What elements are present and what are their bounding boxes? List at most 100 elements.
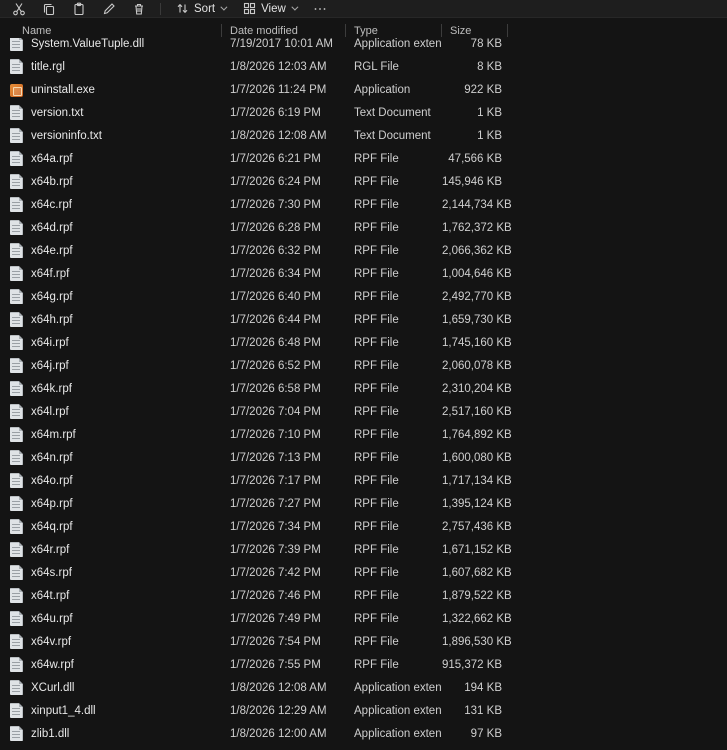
file-size: 922 KB — [442, 84, 508, 96]
paste-button[interactable] — [64, 0, 94, 18]
file-row[interactable]: x64r.rpf 1/7/2026 7:39 PM RPF File 1,671… — [0, 538, 727, 561]
delete-button[interactable] — [124, 0, 154, 18]
file-icon — [10, 634, 23, 649]
file-row[interactable]: x64s.rpf 1/7/2026 7:42 PM RPF File 1,607… — [0, 561, 727, 584]
sort-label: Sort — [194, 3, 215, 15]
file-name-cell: versioninfo.txt — [0, 128, 222, 143]
file-type: RPF File — [346, 383, 442, 395]
file-name-cell: uninstall.exe — [0, 83, 222, 97]
more-options-button[interactable] — [305, 0, 335, 18]
file-name: xinput1_4.dll — [31, 705, 96, 717]
file-name-cell: XCurl.dll — [0, 680, 222, 695]
file-icon — [10, 312, 23, 327]
file-size: 1,745,160 KB — [442, 337, 508, 349]
file-row[interactable]: xinput1_4.dll 1/8/2026 12:29 AM Applicat… — [0, 699, 727, 722]
file-row[interactable]: x64w.rpf 1/7/2026 7:55 PM RPF File 915,3… — [0, 653, 727, 676]
file-row[interactable]: x64a.rpf 1/7/2026 6:21 PM RPF File 47,56… — [0, 147, 727, 170]
file-name: x64s.rpf — [31, 567, 72, 579]
file-row[interactable]: x64i.rpf 1/7/2026 6:48 PM RPF File 1,745… — [0, 331, 727, 354]
file-size: 1,600,080 KB — [442, 452, 508, 464]
file-name: x64t.rpf — [31, 590, 69, 602]
file-name-cell: x64q.rpf — [0, 519, 222, 534]
file-row[interactable]: x64o.rpf 1/7/2026 7:17 PM RPF File 1,717… — [0, 469, 727, 492]
column-header-name[interactable]: Name — [0, 24, 222, 37]
file-icon — [10, 197, 23, 212]
delete-icon — [132, 2, 146, 16]
sort-button[interactable]: Sort — [167, 0, 234, 18]
file-size: 2,517,160 KB — [442, 406, 508, 418]
file-type: RPF File — [346, 590, 442, 602]
file-row[interactable]: x64f.rpf 1/7/2026 6:34 PM RPF File 1,004… — [0, 262, 727, 285]
file-icon — [10, 36, 23, 51]
file-row[interactable]: x64t.rpf 1/7/2026 7:46 PM RPF File 1,879… — [0, 584, 727, 607]
file-row[interactable]: XCurl.dll 1/8/2026 12:08 AM Application … — [0, 676, 727, 699]
file-name: zlib1.dll — [31, 728, 69, 740]
file-row[interactable]: x64v.rpf 1/7/2026 7:54 PM RPF File 1,896… — [0, 630, 727, 653]
file-size: 8 KB — [442, 61, 508, 73]
file-name-cell: x64g.rpf — [0, 289, 222, 304]
file-row[interactable]: x64p.rpf 1/7/2026 7:27 PM RPF File 1,395… — [0, 492, 727, 515]
column-header-date-modified[interactable]: Date modified — [222, 24, 346, 37]
file-icon — [10, 496, 23, 511]
file-row[interactable]: x64q.rpf 1/7/2026 7:34 PM RPF File 2,757… — [0, 515, 727, 538]
file-modified: 1/7/2026 6:21 PM — [222, 153, 346, 165]
file-row[interactable]: versioninfo.txt 1/8/2026 12:08 AM Text D… — [0, 124, 727, 147]
file-modified: 1/7/2026 7:27 PM — [222, 498, 346, 510]
file-size: 47,566 KB — [442, 153, 508, 165]
cut-button[interactable] — [4, 0, 34, 18]
file-row[interactable]: x64g.rpf 1/7/2026 6:40 PM RPF File 2,492… — [0, 285, 727, 308]
file-size: 1,607,682 KB — [442, 567, 508, 579]
file-icon — [10, 105, 23, 120]
file-row[interactable]: title.rgl 1/8/2026 12:03 AM RGL File 8 K… — [0, 55, 727, 78]
file-size: 1,322,662 KB — [442, 613, 508, 625]
file-row[interactable]: x64k.rpf 1/7/2026 6:58 PM RPF File 2,310… — [0, 377, 727, 400]
file-type: RPF File — [346, 337, 442, 349]
file-icon — [10, 703, 23, 718]
file-row[interactable]: version.txt 1/7/2026 6:19 PM Text Docume… — [0, 101, 727, 124]
file-type: RPF File — [346, 498, 442, 510]
copy-icon — [42, 2, 56, 16]
file-size: 78 KB — [442, 38, 508, 50]
file-type: Application extens... — [346, 728, 442, 740]
file-name-cell: x64i.rpf — [0, 335, 222, 350]
file-name-cell: System.ValueTuple.dll — [0, 36, 222, 51]
file-row[interactable]: zlib1.dll 1/8/2026 12:00 AM Application … — [0, 722, 727, 745]
file-icon — [10, 726, 23, 741]
file-modified: 1/7/2026 7:42 PM — [222, 567, 346, 579]
file-row[interactable]: x64l.rpf 1/7/2026 7:04 PM RPF File 2,517… — [0, 400, 727, 423]
file-row[interactable]: x64d.rpf 1/7/2026 6:28 PM RPF File 1,762… — [0, 216, 727, 239]
file-icon — [10, 473, 23, 488]
file-row[interactable]: x64e.rpf 1/7/2026 6:32 PM RPF File 2,066… — [0, 239, 727, 262]
file-name: x64j.rpf — [31, 360, 69, 372]
file-icon — [10, 657, 23, 672]
file-row[interactable]: x64j.rpf 1/7/2026 6:52 PM RPF File 2,060… — [0, 354, 727, 377]
file-size: 915,372 KB — [442, 659, 508, 671]
file-row[interactable]: x64c.rpf 1/7/2026 7:30 PM RPF File 2,144… — [0, 193, 727, 216]
file-row[interactable]: x64b.rpf 1/7/2026 6:24 PM RPF File 145,9… — [0, 170, 727, 193]
file-name: title.rgl — [31, 61, 65, 73]
file-row[interactable]: x64u.rpf 1/7/2026 7:49 PM RPF File 1,322… — [0, 607, 727, 630]
file-row[interactable]: x64m.rpf 1/7/2026 7:10 PM RPF File 1,764… — [0, 423, 727, 446]
file-size: 1,762,372 KB — [442, 222, 508, 234]
file-modified: 1/7/2026 6:48 PM — [222, 337, 346, 349]
column-header-size[interactable]: Size — [442, 24, 508, 37]
file-modified: 1/7/2026 7:46 PM — [222, 590, 346, 602]
file-size: 2,310,204 KB — [442, 383, 508, 395]
file-modified: 1/7/2026 7:39 PM — [222, 544, 346, 556]
file-row[interactable]: x64n.rpf 1/7/2026 7:13 PM RPF File 1,600… — [0, 446, 727, 469]
rename-button[interactable] — [94, 0, 124, 18]
file-modified: 1/8/2026 12:03 AM — [222, 61, 346, 73]
column-header-type[interactable]: Type — [346, 24, 442, 37]
view-button[interactable]: View — [234, 0, 305, 18]
file-name: x64c.rpf — [31, 199, 72, 211]
file-name-cell: x64s.rpf — [0, 565, 222, 580]
file-type: RPF File — [346, 153, 442, 165]
file-name-cell: x64o.rpf — [0, 473, 222, 488]
file-modified: 1/7/2026 7:10 PM — [222, 429, 346, 441]
file-name-cell: x64e.rpf — [0, 243, 222, 258]
file-modified: 1/8/2026 12:29 AM — [222, 705, 346, 717]
file-row[interactable]: uninstall.exe 1/7/2026 11:24 PM Applicat… — [0, 78, 727, 101]
file-row[interactable]: x64h.rpf 1/7/2026 6:44 PM RPF File 1,659… — [0, 308, 727, 331]
toolbar-divider — [160, 3, 161, 15]
copy-button[interactable] — [34, 0, 64, 18]
